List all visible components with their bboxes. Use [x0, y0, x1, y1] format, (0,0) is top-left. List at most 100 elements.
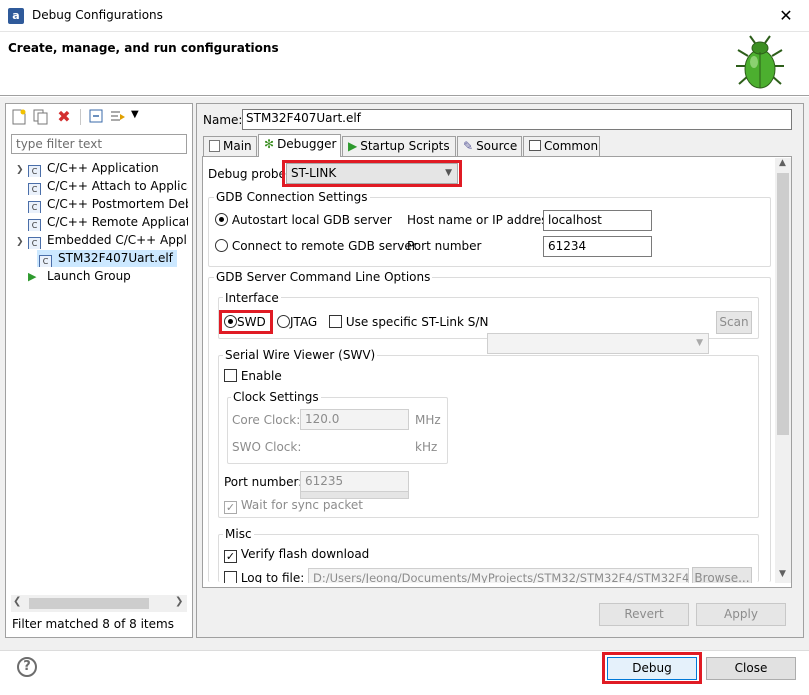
enable-checkbox[interactable]: Enable	[224, 369, 282, 383]
launch-group-icon: ▶	[28, 270, 37, 283]
collapse-all-icon[interactable]	[88, 109, 104, 125]
apply-button[interactable]: Apply	[696, 603, 786, 626]
host-field[interactable]: localhost	[543, 210, 652, 231]
scan-button[interactable]: Scan	[716, 311, 752, 334]
view-menu-icon[interactable]: ▼	[131, 109, 139, 120]
browse-button[interactable]: Browse...	[692, 567, 752, 583]
tab-common[interactable]: Common	[523, 136, 600, 156]
serial-number-select[interactable]: ▼	[487, 333, 709, 354]
remote-radio[interactable]: Connect to remote GDB server	[215, 239, 417, 253]
jtag-label: JTAG	[290, 315, 318, 329]
debug-probe-value: ST-LINK	[291, 166, 337, 180]
tab-label: Source	[476, 139, 518, 153]
tree-item-c-cpp-application[interactable]: ❯ C C/C++ Application	[16, 159, 188, 177]
name-field[interactable]: STM32F407Uart.elf	[242, 109, 792, 130]
debug-probe-select[interactable]: ST-LINK ▼	[286, 163, 458, 184]
swd-radio[interactable]: SWD	[224, 315, 266, 329]
tree-item-label: Launch Group	[47, 269, 131, 283]
duplicate-icon[interactable]	[33, 109, 49, 125]
core-clock-unit: MHz	[415, 413, 441, 427]
main-tab-icon	[209, 140, 220, 152]
scroll-down-icon[interactable]: ▼	[779, 569, 786, 579]
tree-item-launch-group[interactable]: ▶ Launch Group	[16, 267, 188, 285]
c-config-icon: C	[28, 183, 41, 195]
scroll-up-icon[interactable]: ▲	[779, 158, 786, 168]
tree-item-c-cpp-remote[interactable]: C C/C++ Remote Application	[16, 213, 188, 231]
core-clock-field[interactable]: 120.0	[300, 409, 409, 430]
verify-flash-label: Verify flash download	[240, 547, 370, 561]
footer-divider	[0, 650, 809, 651]
swv-port-label: Port number:	[224, 475, 303, 489]
chevron-down-icon: ▼	[445, 168, 452, 178]
c-config-icon: C	[28, 201, 41, 213]
source-tab-icon: ✎	[463, 139, 474, 153]
tree-item-c-cpp-attach[interactable]: C C/C++ Attach to Application	[16, 177, 188, 195]
swv-port-field[interactable]: 61235	[300, 471, 409, 492]
close-button[interactable]: Close	[706, 657, 796, 680]
autostart-radio[interactable]: Autostart local GDB server	[215, 213, 392, 227]
filter-icon[interactable]	[110, 109, 126, 125]
tab-source[interactable]: ✎ Source	[457, 136, 522, 156]
tab-main[interactable]: Main	[203, 136, 257, 156]
log-to-file-label: Log to file:	[240, 571, 305, 583]
tab-debugger[interactable]: ✻ Debugger	[258, 134, 341, 157]
tab-startup-scripts[interactable]: ▶ Startup Scripts	[342, 136, 456, 156]
tab-label: Main	[223, 139, 252, 153]
jtag-radio[interactable]: JTAG	[277, 315, 317, 329]
clock-settings-title: Clock Settings	[231, 390, 321, 404]
gdb-server-title: GDB Server Command Line Options	[214, 270, 433, 284]
core-clock-label: Core Clock:	[232, 413, 301, 427]
verify-flash-checkbox[interactable]: ✓ Verify flash download	[224, 547, 369, 563]
tree-item-label: C/C++ Remote Application	[47, 215, 188, 229]
debugger-tab-icon: ✻	[264, 137, 275, 151]
tree-item-label: C/C++ Postmortem Debugger	[47, 197, 188, 211]
tree-item-stm32f407uart[interactable]: C STM32F407Uart.elf	[16, 249, 188, 267]
chevron-down-icon: ▼	[696, 338, 703, 348]
radio-icon	[215, 239, 228, 252]
scroll-right-icon[interactable]: ❯	[175, 596, 183, 607]
swo-clock-unit: kHz	[415, 440, 438, 454]
radio-icon	[215, 213, 228, 226]
wait-sync-checkbox[interactable]: ✓ Wait for sync packet	[224, 498, 363, 514]
use-sn-checkbox[interactable]: Use specific ST-Link S/N	[329, 315, 488, 329]
collapse-icon[interactable]: ❯	[16, 233, 28, 249]
banner-title: Create, manage, and run configurations	[8, 41, 279, 55]
app-icon: a	[8, 8, 24, 24]
radio-icon	[277, 315, 290, 328]
debug-button[interactable]: Debug	[607, 657, 697, 680]
tree-item-c-cpp-postmortem[interactable]: C C/C++ Postmortem Debugger	[16, 195, 188, 213]
tree-item-label: STM32F407Uart.elf	[58, 251, 173, 265]
revert-button[interactable]: Revert	[599, 603, 689, 626]
log-to-file-checkbox[interactable]: Log to file:	[224, 571, 304, 583]
name-label: Name:	[203, 113, 243, 127]
checkbox-icon	[224, 369, 237, 382]
swd-label: SWD	[237, 315, 266, 329]
delete-icon[interactable]: ✖	[56, 109, 72, 125]
radio-icon	[224, 315, 237, 328]
scrollbar-thumb[interactable]	[777, 173, 789, 435]
tab-label: Startup Scripts	[360, 139, 450, 153]
c-config-icon: C	[28, 237, 41, 249]
checkbox-icon	[329, 315, 342, 328]
close-window-button[interactable]: ✕	[768, 4, 804, 28]
debug-probe-label: Debug probe	[208, 167, 286, 181]
expand-icon[interactable]: ❯	[16, 161, 28, 177]
port-field[interactable]: 61234	[543, 236, 652, 257]
port-label: Port number	[407, 239, 482, 253]
tree-item-embedded-c-cpp[interactable]: ❯C Embedded C/C++ Application	[16, 231, 188, 249]
help-icon[interactable]: ?	[17, 657, 37, 677]
misc-title: Misc	[223, 527, 254, 541]
scroll-left-icon[interactable]: ❮	[13, 596, 21, 607]
swv-title: Serial Wire Viewer (SWV)	[223, 348, 378, 362]
filter-input[interactable]	[11, 134, 187, 154]
remote-label: Connect to remote GDB server	[231, 239, 417, 253]
new-configuration-icon[interactable]	[11, 109, 27, 125]
gdb-connection-title: GDB Connection Settings	[214, 190, 370, 204]
tree-item-label: C/C++ Application	[47, 161, 159, 175]
c-config-icon: C	[39, 255, 52, 267]
use-sn-label: Use specific ST-Link S/N	[345, 315, 489, 329]
autostart-label: Autostart local GDB server	[231, 213, 392, 227]
host-label: Host name or IP address	[407, 213, 554, 227]
log-path-field[interactable]: D:/Users/Jeong/Documents/MyProjects/STM3…	[308, 568, 689, 583]
scrollbar-thumb[interactable]	[29, 598, 149, 609]
